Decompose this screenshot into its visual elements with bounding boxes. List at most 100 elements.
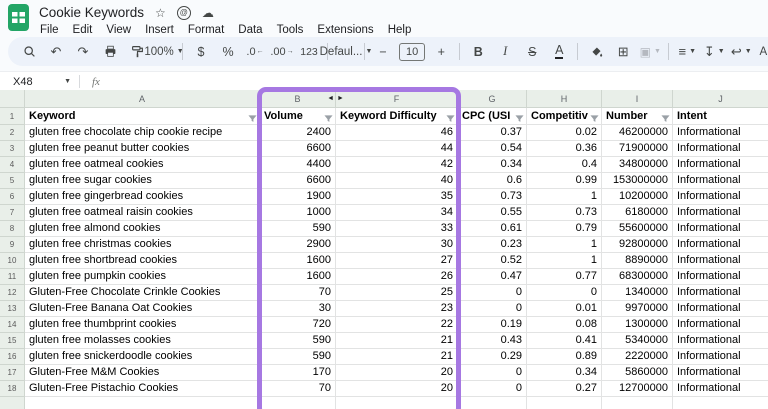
font-size-input[interactable]: 10 <box>399 42 426 61</box>
cell-cpc[interactable]: 0.55 <box>458 205 527 221</box>
redo-button[interactable]: ↷ <box>70 41 96 63</box>
cell-number[interactable]: 2220000 <box>602 349 673 365</box>
increase-font-size-button[interactable]: + <box>428 41 454 63</box>
filter-icon[interactable] <box>248 112 257 124</box>
borders-button[interactable]: ⊞ <box>610 41 636 63</box>
column-header-B[interactable]: B ◄ <box>260 90 336 108</box>
cell-cpc[interactable]: 0.73 <box>458 189 527 205</box>
cell-competition[interactable]: 0 <box>527 285 602 301</box>
vertical-align-button[interactable]: ↧ ▼ <box>701 41 727 63</box>
cell-keyword[interactable]: gluten free almond cookies <box>25 221 260 237</box>
cell-kd[interactable]: 46 <box>336 125 458 141</box>
cell-competition[interactable]: 0.36 <box>527 141 602 157</box>
document-title[interactable]: Cookie Keywords <box>39 5 144 20</box>
cell-cpc[interactable]: 0 <box>458 365 527 381</box>
row-number[interactable]: 12 <box>0 285 25 301</box>
cell-kd[interactable]: 21 <box>336 333 458 349</box>
filter-icon[interactable] <box>515 112 524 124</box>
cloud-status-icon[interactable]: ☁ <box>202 7 214 19</box>
cell-cpc[interactable]: 0.43 <box>458 333 527 349</box>
row-number[interactable]: 15 <box>0 333 25 349</box>
cell-volume[interactable]: 590 <box>260 221 336 237</box>
move-icon[interactable]: @ <box>176 5 191 20</box>
cell-volume[interactable]: 1600 <box>260 253 336 269</box>
cell-keyword[interactable]: Gluten-Free Pistachio Cookies <box>25 381 260 397</box>
cell-competition[interactable]: 0.79 <box>527 221 602 237</box>
row-number[interactable]: 13 <box>0 301 25 317</box>
cell-volume[interactable]: 2900 <box>260 237 336 253</box>
cell-number[interactable]: 153000000 <box>602 173 673 189</box>
filter-icon[interactable] <box>590 112 599 124</box>
row-number[interactable]: 3 <box>0 141 25 157</box>
format-currency-button[interactable]: $ <box>188 41 214 63</box>
cell-keyword[interactable]: gluten free oatmeal cookies <box>25 157 260 173</box>
cell-number[interactable]: 6180000 <box>602 205 673 221</box>
column-header-H[interactable]: H <box>527 90 602 108</box>
cell-intent[interactable]: Informational <box>673 173 768 189</box>
row-number[interactable]: 18 <box>0 381 25 397</box>
header-cell-volume[interactable]: Volume <box>260 108 336 125</box>
row-number[interactable]: 10 <box>0 253 25 269</box>
column-header-F[interactable]: F ► <box>336 90 458 108</box>
cell-volume[interactable]: 6600 <box>260 141 336 157</box>
cell-intent[interactable]: Informational <box>673 189 768 205</box>
menu-help[interactable]: Help <box>381 24 419 36</box>
filter-icon[interactable] <box>324 112 333 124</box>
cell-keyword[interactable]: gluten free oatmeal raisin cookies <box>25 205 260 221</box>
cell-competition[interactable]: 0.89 <box>527 349 602 365</box>
cell-kd[interactable]: 42 <box>336 157 458 173</box>
cell-intent[interactable]: Informational <box>673 237 768 253</box>
cell-keyword[interactable]: Gluten-Free M&M Cookies <box>25 365 260 381</box>
menu-tools[interactable]: Tools <box>270 24 311 36</box>
column-header-G[interactable]: G <box>458 90 527 108</box>
zoom-select[interactable]: 100% ▼ <box>144 41 183 63</box>
cell-kd[interactable]: 25 <box>336 285 458 301</box>
cell-cpc[interactable]: 0.37 <box>458 125 527 141</box>
bold-button[interactable]: B <box>465 41 491 63</box>
cell-volume[interactable]: 720 <box>260 317 336 333</box>
cell-number[interactable]: 1340000 <box>602 285 673 301</box>
format-percent-button[interactable]: % <box>215 41 241 63</box>
cell-cpc[interactable]: 0.34 <box>458 157 527 173</box>
cell-volume[interactable]: 590 <box>260 349 336 365</box>
cell-kd[interactable]: 20 <box>336 365 458 381</box>
star-icon[interactable]: ☆ <box>155 7 166 19</box>
cell-intent[interactable]: Informational <box>673 301 768 317</box>
font-select[interactable]: Defaul... ▼ <box>320 41 373 63</box>
cell-cpc[interactable]: 0 <box>458 301 527 317</box>
row-number[interactable]: 17 <box>0 365 25 381</box>
cell-number[interactable]: 9970000 <box>602 301 673 317</box>
cell-volume[interactable]: 590 <box>260 333 336 349</box>
cell-volume[interactable]: 170 <box>260 365 336 381</box>
cell-keyword[interactable]: Gluten-Free Banana Oat Cookies <box>25 301 260 317</box>
cell-keyword[interactable]: gluten free pumpkin cookies <box>25 269 260 285</box>
column-header-A[interactable]: A <box>25 90 260 108</box>
hidden-columns-left-icon[interactable]: ◄ <box>327 95 334 102</box>
header-cell-competitiv[interactable]: Competitiv <box>527 108 602 125</box>
cell-keyword[interactable]: gluten free gingerbread cookies <box>25 189 260 205</box>
cell-kd[interactable]: 26 <box>336 269 458 285</box>
menu-edit[interactable]: Edit <box>66 24 100 36</box>
cell-competition[interactable]: 0.02 <box>527 125 602 141</box>
row-number[interactable]: 5 <box>0 173 25 189</box>
cell-cpc[interactable]: 0.19 <box>458 317 527 333</box>
row-number[interactable]: 6 <box>0 189 25 205</box>
cell-number[interactable]: 92800000 <box>602 237 673 253</box>
cell-kd[interactable]: 21 <box>336 349 458 365</box>
cell-competition[interactable]: 0.77 <box>527 269 602 285</box>
cell-volume[interactable]: 70 <box>260 285 336 301</box>
text-rotation-button[interactable]: A▼ <box>755 41 768 63</box>
header-cell-cpc-usi[interactable]: CPC (USI <box>458 108 527 125</box>
cell-kd[interactable]: 34 <box>336 205 458 221</box>
cell-cpc[interactable]: 0.61 <box>458 221 527 237</box>
cell-kd[interactable]: 22 <box>336 317 458 333</box>
name-box[interactable]: X48 ▼ <box>0 76 71 88</box>
cell-cpc[interactable]: 0.54 <box>458 141 527 157</box>
cell-kd[interactable]: 23 <box>336 301 458 317</box>
cell-competition[interactable]: 1 <box>527 237 602 253</box>
cell-intent[interactable]: Informational <box>673 381 768 397</box>
menu-insert[interactable]: Insert <box>138 24 181 36</box>
cell-volume[interactable]: 30 <box>260 301 336 317</box>
cell-kd[interactable]: 35 <box>336 189 458 205</box>
cell-cpc[interactable]: 0.6 <box>458 173 527 189</box>
